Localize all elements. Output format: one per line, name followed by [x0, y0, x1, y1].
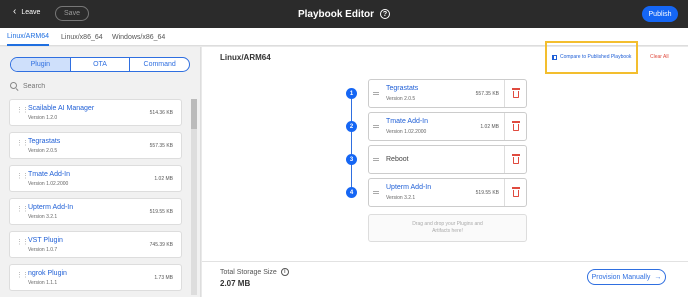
drag-handle-icon[interactable]: ⋮⋮ — [16, 272, 29, 282]
step-card[interactable]: Tmate Add-In Version 1.02.2000 1.02 MB — [368, 112, 527, 141]
drag-handle-icon[interactable] — [373, 158, 379, 161]
left-panel: Plugin OTA Command ⋮⋮ Scailable AI Manag… — [0, 47, 201, 297]
plugin-size: 514.36 KB — [149, 110, 173, 116]
compare-label: Compare to Published Playbook — [560, 54, 632, 60]
storage-label-group: Total Storage Size i — [220, 268, 289, 276]
step-size: 557.35 KB — [475, 91, 499, 97]
type-segmented-control: Plugin OTA Command — [10, 57, 190, 72]
compare-highlight: Compare to Published Playbook — [545, 41, 638, 74]
plugin-version: Version 1.1.1 — [28, 280, 58, 286]
leave-button[interactable]: ‹ Leave — [13, 7, 40, 17]
step-number: 3 — [346, 154, 357, 165]
plugin-version: Version 1.2.0 — [28, 115, 58, 121]
step-name: Tmate Add-In — [386, 118, 429, 125]
scrollbar-thumb[interactable] — [191, 99, 197, 129]
plugin-size: 557.35 KB — [149, 143, 173, 149]
step-card[interactable]: Tegrastats Version 2.0.5 557.35 KB — [368, 79, 527, 108]
compare-published-link[interactable]: Compare to Published Playbook — [552, 54, 631, 60]
drag-handle-icon[interactable] — [373, 92, 379, 95]
chevron-left-icon: ‹ — [13, 6, 17, 17]
search-icon — [10, 81, 19, 91]
help-icon[interactable]: ? — [380, 9, 391, 19]
step-number: 4 — [346, 187, 357, 198]
footer-divider — [202, 261, 688, 262]
trash-icon[interactable] — [512, 187, 520, 197]
search-bar — [10, 80, 180, 92]
drag-handle-icon[interactable] — [373, 191, 379, 194]
plugin-card[interactable]: ⋮⋮ Upterm Add-In Version 3.2.1 519.55 KB — [9, 198, 182, 225]
clear-all-button[interactable]: Clear All — [650, 54, 669, 60]
page-title: Playbook Editor — [297, 8, 375, 20]
drag-handle-icon[interactable]: ⋮⋮ — [16, 239, 29, 249]
info-icon[interactable]: i — [280, 268, 289, 276]
drag-handle-icon[interactable]: ⋮⋮ — [16, 173, 29, 183]
step-name: Reboot — [386, 156, 409, 163]
trash-icon[interactable] — [512, 88, 520, 98]
plugin-card[interactable]: ⋮⋮ Scailable AI Manager Version 1.2.0 51… — [9, 99, 182, 126]
compare-icon — [552, 54, 557, 60]
step-divider — [504, 146, 505, 173]
step-divider — [504, 80, 505, 107]
step-card[interactable]: Upterm Add-In Version 3.2.1 519.55 KB — [368, 178, 527, 207]
trash-icon[interactable] — [512, 121, 520, 131]
drag-handle-icon[interactable]: ⋮⋮ — [16, 107, 29, 117]
step-size: 1.02 MB — [480, 124, 499, 130]
storage-label: Total Storage Size — [220, 268, 277, 276]
provision-label: Provision Manually — [591, 273, 651, 281]
step-version: Version 3.2.1 — [386, 195, 416, 201]
drag-handle-icon[interactable] — [373, 125, 379, 128]
step-version: Version 2.0.5 — [386, 96, 416, 102]
segment-plugin[interactable]: Plugin — [11, 58, 70, 71]
step-card[interactable]: Reboot — [368, 145, 527, 174]
step-divider — [504, 179, 505, 206]
search-input[interactable] — [23, 82, 173, 90]
step-name: Tegrastats — [386, 85, 419, 92]
drag-handle-icon[interactable]: ⋮⋮ — [16, 140, 29, 150]
playbook-panel: Linux/ARM64 Compare to Published Playboo… — [202, 41, 688, 297]
step-number: 2 — [346, 121, 357, 132]
segment-ota[interactable]: OTA — [69, 58, 130, 71]
step-version: Version 1.02.2000 — [386, 129, 427, 135]
plugin-card[interactable]: ⋮⋮ Tegrastats Version 2.0.5 557.35 KB — [9, 132, 182, 159]
plugin-card[interactable]: ⋮⋮ ngrok Plugin Version 1.1.1 1.73 MB — [9, 264, 182, 291]
plugin-version: Version 2.0.5 — [28, 148, 58, 154]
plugin-version: Version 1.02.2000 — [28, 181, 69, 187]
plugin-name: VST Plugin — [28, 237, 63, 244]
step-number: 1 — [346, 88, 357, 99]
trash-icon[interactable] — [512, 154, 520, 164]
plugin-name: Scailable AI Manager — [28, 105, 95, 112]
plugin-size: 745.39 KB — [149, 242, 173, 248]
plugin-card[interactable]: ⋮⋮ VST Plugin Version 1.0.7 745.39 KB — [9, 231, 182, 258]
provision-manually-button[interactable]: Provision Manually → — [587, 269, 666, 285]
arrow-right-icon: → — [654, 273, 662, 281]
drag-handle-icon[interactable]: ⋮⋮ — [16, 206, 29, 216]
plugin-name: ngrok Plugin — [28, 270, 67, 277]
plugin-name: Tegrastats — [28, 138, 61, 145]
plugin-name: Upterm Add-In — [28, 204, 74, 211]
tab-linux-x86-64[interactable]: Linux/x86_64 — [61, 28, 103, 46]
tab-linux-arm64[interactable]: Linux/ARM64 — [7, 28, 50, 46]
step-size: 519.55 KB — [475, 190, 499, 196]
leave-label: Leave — [21, 8, 41, 16]
publish-button[interactable]: Publish — [642, 6, 678, 22]
plugin-version: Version 1.0.7 — [28, 247, 58, 253]
plugin-list-scrollbar[interactable] — [191, 99, 197, 295]
plugin-size: 519.55 KB — [149, 209, 173, 215]
plugin-version: Version 3.2.1 — [28, 214, 58, 220]
plugin-card[interactable]: ⋮⋮ Tmate Add-In Version 1.02.2000 1.02 M… — [9, 165, 182, 192]
plugin-size: 1.02 MB — [154, 176, 173, 182]
drop-zone[interactable]: Drag and drop your Plugins and Artifacts… — [368, 214, 527, 242]
segment-command[interactable]: Command — [129, 58, 189, 71]
storage-value: 2.07 MB — [220, 279, 251, 288]
title-group: Playbook Editor ? — [0, 0, 688, 28]
timeline-line — [351, 93, 352, 193]
arch-title: Linux/ARM64 — [220, 53, 271, 62]
plugin-name: Tmate Add-In — [28, 171, 71, 178]
step-divider — [504, 113, 505, 140]
top-bar: ‹ Leave Save Playbook Editor ? Publish — [0, 0, 688, 28]
save-button[interactable]: Save — [55, 6, 89, 21]
step-name: Upterm Add-In — [386, 184, 432, 191]
plugin-size: 1.73 MB — [154, 275, 173, 281]
tab-windows-x86-64[interactable]: Windows/x86_64 — [112, 28, 165, 46]
